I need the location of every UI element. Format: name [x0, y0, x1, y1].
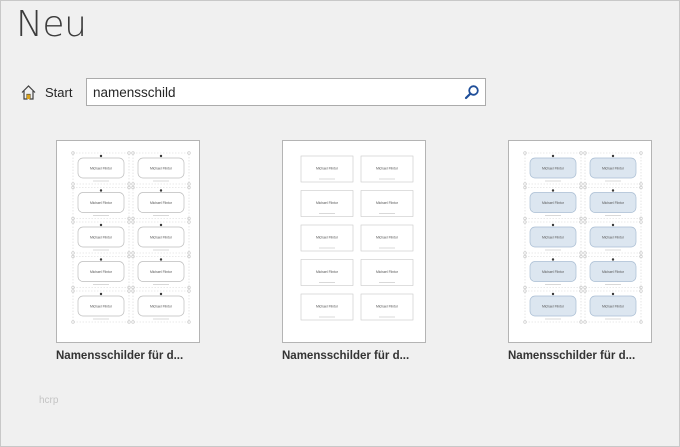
badge-name-text: Michael Flintor: [150, 305, 173, 309]
name-badge: Michael Flintor: [583, 289, 643, 324]
badge-name-text: Michael Flintor: [602, 270, 625, 274]
name-badge: Michael Flintor: [131, 254, 191, 290]
name-badge: Michael Flintor: [360, 224, 414, 252]
template-thumbnail: Michael Flintor Michael Flintor Michael Fl…: [282, 140, 426, 343]
name-badge: Michael Flintor: [300, 259, 354, 286]
name-badge: Michael Flintor: [300, 190, 354, 217]
name-badge: Michael Flintor: [583, 151, 643, 186]
badge-name-text: Michael Flintor: [316, 167, 339, 171]
template-caption: Namensschilder für d...: [282, 350, 410, 362]
name-badge: Michael Flintor: [523, 220, 583, 255]
badge-name-text: Michael Flintor: [376, 305, 399, 309]
name-badge: Michael Flintor: [360, 259, 414, 286]
name-badge: Michael Flintor: [583, 220, 643, 255]
name-badge: Michael Flintor: [300, 155, 354, 183]
name-badge: Michael Flintor: [360, 155, 414, 183]
home-icon: [20, 84, 37, 101]
name-badge: Michael Flintor: [300, 293, 354, 321]
template-thumbnail: Michael Flintor Michael Flintor Michael Fl…: [56, 140, 200, 343]
badge-name-text: Michael Flintor: [90, 305, 113, 309]
badge-name-text: Michael Flintor: [90, 270, 113, 274]
name-badge: Michael Flintor: [71, 185, 131, 221]
template-caption: Namensschilder für d...: [56, 350, 184, 362]
name-badge: Michael Flintor: [131, 220, 191, 255]
watermark-text: hcrp: [39, 395, 59, 406]
badge-name-text: Michael Flintor: [602, 305, 625, 309]
badge-name-text: Michael Flintor: [376, 236, 399, 240]
page-title: Neu: [16, 4, 87, 45]
badge-name-text: Michael Flintor: [542, 270, 565, 274]
template-card-3[interactable]: Michael Flintor Michael Flintor Michael Fl…: [508, 140, 652, 362]
search-button[interactable]: [459, 79, 485, 105]
name-badge: Michael Flintor: [523, 254, 583, 290]
template-card-2[interactable]: Michael Flintor Michael Flintor Michael Fl…: [282, 140, 426, 362]
template-card-1[interactable]: Michael Flintor Michael Flintor Michael Fl…: [56, 140, 200, 362]
badge-name-text: Michael Flintor: [90, 201, 113, 205]
badge-name-text: Michael Flintor: [602, 167, 625, 171]
badge-name-text: Michael Flintor: [316, 270, 339, 274]
name-badge: Michael Flintor: [300, 224, 354, 252]
name-badge: Michael Flintor: [583, 185, 643, 221]
badge-name-text: Michael Flintor: [90, 236, 113, 240]
search-icon: [464, 85, 479, 100]
name-badge: Michael Flintor: [523, 151, 583, 186]
badge-name-text: Michael Flintor: [602, 236, 625, 240]
name-badge: Michael Flintor: [360, 190, 414, 217]
search-box: [86, 78, 486, 106]
name-badge: Michael Flintor: [131, 289, 191, 324]
name-badge: Michael Flintor: [523, 289, 583, 324]
badge-name-text: Michael Flintor: [150, 167, 173, 171]
badge-name-text: Michael Flintor: [316, 201, 339, 205]
badge-name-text: Michael Flintor: [150, 236, 173, 240]
badge-name-text: Michael Flintor: [150, 270, 173, 274]
search-input[interactable]: [87, 79, 459, 105]
badge-name-text: Michael Flintor: [316, 305, 339, 309]
badge-name-text: Michael Flintor: [150, 201, 173, 205]
badge-name-text: Michael Flintor: [376, 201, 399, 205]
name-badge: Michael Flintor: [71, 151, 131, 186]
badge-name-text: Michael Flintor: [316, 236, 339, 240]
badge-name-text: Michael Flintor: [542, 201, 565, 205]
name-badge: Michael Flintor: [583, 254, 643, 290]
name-badge: Michael Flintor: [523, 185, 583, 221]
name-badge: Michael Flintor: [360, 293, 414, 321]
template-caption: Namensschilder für d...: [508, 350, 636, 362]
name-badge: Michael Flintor: [131, 151, 191, 186]
home-label: Start: [45, 84, 73, 100]
badge-name-text: Michael Flintor: [602, 201, 625, 205]
badge-name-text: Michael Flintor: [376, 270, 399, 274]
name-badge: Michael Flintor: [131, 185, 191, 221]
badge-name-text: Michael Flintor: [542, 305, 565, 309]
name-badge: Michael Flintor: [71, 220, 131, 255]
badge-name-text: Michael Flintor: [542, 236, 565, 240]
name-badge: Michael Flintor: [71, 254, 131, 290]
name-badge: Michael Flintor: [71, 289, 131, 324]
badge-name-text: Michael Flintor: [542, 167, 565, 171]
home-button[interactable]: Start: [20, 82, 72, 102]
badge-name-text: Michael Flintor: [376, 167, 399, 171]
template-thumbnail: Michael Flintor Michael Flintor Michael Fl…: [508, 140, 652, 343]
badge-name-text: Michael Flintor: [90, 167, 113, 171]
